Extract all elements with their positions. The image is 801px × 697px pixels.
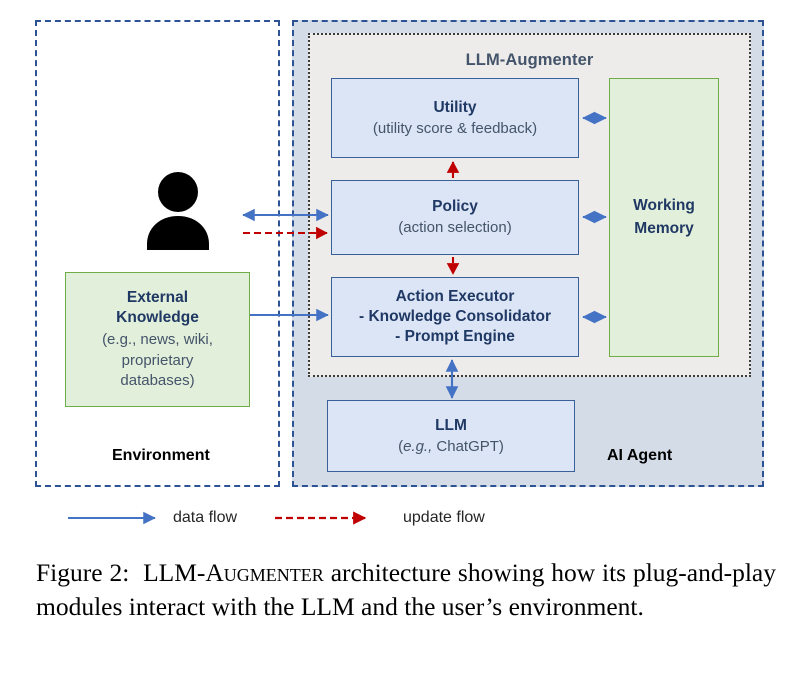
- external-knowledge-title-line1: External: [126, 288, 189, 306]
- llm-subtitle-rest: ChatGPT): [432, 437, 504, 455]
- environment-panel: [35, 20, 280, 487]
- caption-term-prefix: LLM-: [143, 558, 206, 587]
- llm-subtitle: (e.g., ChatGPT): [398, 437, 504, 456]
- policy-title: Policy: [432, 198, 478, 216]
- external-knowledge-title-line2: Knowledge: [116, 309, 199, 327]
- working-memory-title-line2: Memory: [634, 219, 694, 237]
- policy-subtitle: (action selection): [398, 219, 512, 237]
- action-executor-box[interactable]: Action Executor - Knowledge Consolidator…: [331, 277, 579, 357]
- legend-data-flow-label: data flow: [173, 509, 238, 526]
- llm-box[interactable]: LLM (e.g., ChatGPT): [327, 400, 575, 472]
- external-knowledge-sub-line3: databases): [120, 372, 195, 390]
- action-executor-item-knowledge-consolidator: - Knowledge Consolidator: [358, 308, 552, 326]
- utility-box[interactable]: Utility (utility score & feedback): [331, 78, 579, 158]
- legend: data flow update flow: [35, 505, 595, 537]
- utility-title: Utility: [433, 98, 477, 116]
- llm-augmenter-title: LLM-Augmenter: [465, 51, 594, 69]
- external-knowledge-sub-line1: (e.g., news, wiki,: [102, 330, 213, 348]
- external-knowledge-sub-line2: proprietary: [121, 351, 194, 369]
- user-person-icon: [147, 172, 209, 250]
- action-executor-item-prompt-engine: - Prompt Engine: [395, 327, 515, 345]
- caption-term-smallcaps: Augmenter: [205, 558, 324, 587]
- llm-title: LLM: [435, 416, 467, 434]
- working-memory-title-line1: Working: [633, 197, 695, 215]
- legend-arrow-glyphs: [68, 511, 367, 525]
- external-knowledge-box[interactable]: External Knowledge (e.g., news, wiki, pr…: [65, 272, 250, 407]
- action-executor-title: Action Executor: [395, 288, 515, 306]
- ai-agent-label: AI Agent: [607, 447, 673, 464]
- policy-box[interactable]: Policy (action selection): [331, 180, 579, 255]
- utility-subtitle: (utility score & feedback): [372, 119, 538, 137]
- working-memory-box[interactable]: Working Memory: [609, 78, 719, 357]
- environment-label: Environment: [112, 447, 210, 464]
- legend-update-flow-label: update flow: [403, 509, 485, 526]
- caption-figure-number: Figure 2:: [36, 558, 130, 587]
- llm-subtitle-italic: e.g.,: [403, 437, 433, 455]
- figure-caption: Figure 2: LLM-Augmenter architecture sho…: [36, 556, 776, 624]
- figure-container: LLM-Augmenter External Knowledge (e.g., …: [0, 0, 801, 697]
